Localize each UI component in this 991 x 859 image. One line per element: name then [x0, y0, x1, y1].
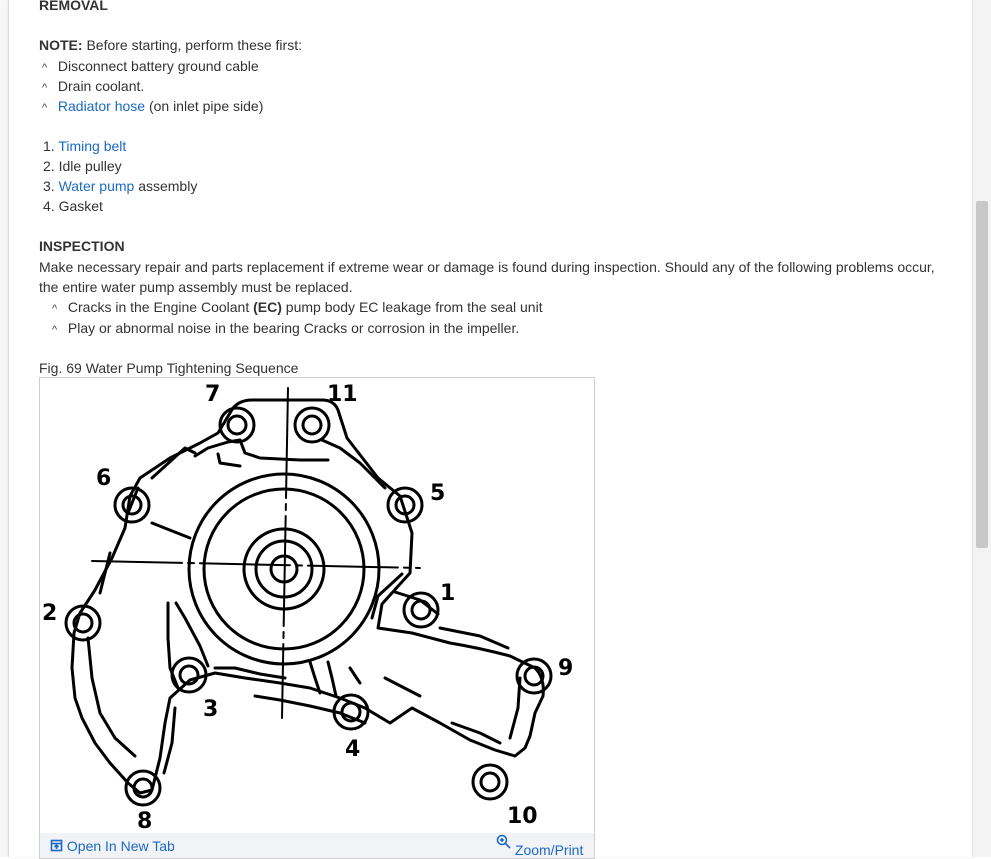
- zoom-print-button[interactable]: Zoom/Print: [496, 834, 583, 858]
- inspection-bullet: ^ Play or abnormal noise in the bearing …: [52, 318, 519, 340]
- bolt-number-7: 7: [205, 382, 220, 407]
- bolt-number-1: 1: [440, 581, 455, 606]
- bolt-number-10: 10: [507, 804, 538, 829]
- prereq-item: ^ Drain coolant.: [42, 76, 144, 98]
- bolt-number-8: 8: [137, 809, 152, 834]
- bullet-text: Play or abnormal noise in the bearing Cr…: [67, 320, 520, 336]
- figure-frame: 7 11 6 5 1 2 3 4 9 10 8 Open In New Tab …: [39, 377, 595, 859]
- bolt-number-3: 3: [203, 697, 218, 722]
- step-number: 2.: [43, 158, 55, 174]
- bullet-text: Cracks in the Engine Coolant: [67, 299, 254, 315]
- new-tab-icon: [50, 839, 63, 852]
- caret-icon: ^: [42, 62, 48, 74]
- step-item: 3. Water pump assembly: [43, 176, 197, 196]
- prereq-text: Drain coolant.: [57, 78, 145, 94]
- inspection-paragraph: Make necessary repair and parts replacem…: [39, 259, 935, 295]
- caret-icon: ^: [52, 324, 58, 336]
- vertical-scrollbar[interactable]: [972, 0, 991, 857]
- step-suffix: assembly: [134, 178, 198, 194]
- water-pump-diagram: 7 11 6 5 1 2 3 4 9 10 8: [42, 382, 573, 834]
- figure-toolbar: Open In New Tab Zoom/Print: [40, 833, 594, 858]
- prereq-text: Disconnect battery ground cable: [57, 58, 259, 74]
- page-left-edge: [0, 0, 8, 857]
- bolt-number-2: 2: [42, 601, 57, 626]
- step-number: 1.: [43, 138, 55, 154]
- bolt-number-4: 4: [345, 737, 360, 762]
- timing-belt-link[interactable]: Timing belt: [58, 138, 126, 154]
- removal-heading: REMOVAL: [39, 0, 108, 13]
- bullet-abbr: (EC): [253, 299, 282, 315]
- bolt-number-9: 9: [558, 656, 573, 681]
- note-text: Before starting, perform these first:: [82, 37, 302, 53]
- zoom-in-icon: [496, 834, 511, 849]
- radiator-hose-link[interactable]: Radiator hose: [58, 98, 145, 114]
- inspection-bullet: ^ Cracks in the Engine Coolant (EC) pump…: [52, 297, 543, 319]
- scrollbar-thumb[interactable]: [976, 201, 988, 548]
- caret-icon: ^: [52, 303, 58, 315]
- bolt-number-5: 5: [430, 481, 445, 506]
- water-pump-link[interactable]: Water pump: [59, 178, 135, 194]
- bullet-text: pump body EC leakage from the seal unit: [281, 299, 543, 315]
- zoom-print-label: Zoom/Print: [514, 842, 584, 858]
- note-line: NOTE: Before starting, perform these fir…: [39, 35, 302, 55]
- step-item: 1. Timing belt: [43, 136, 126, 156]
- open-new-tab-button[interactable]: Open In New Tab: [50, 838, 175, 854]
- note-label: NOTE:: [39, 37, 83, 53]
- bolt-number-6: 6: [96, 466, 111, 491]
- step-item: 4. Gasket: [43, 196, 103, 216]
- step-text: Gasket: [58, 198, 103, 214]
- prereq-item: ^ Radiator hose (on inlet pipe side): [42, 96, 263, 118]
- open-new-tab-label: Open In New Tab: [66, 838, 175, 854]
- step-item: 2. Idle pulley: [43, 156, 122, 176]
- step-number: 4.: [43, 198, 55, 214]
- step-text: Idle pulley: [58, 158, 122, 174]
- figure-caption: Fig. 69 Water Pump Tightening Sequence: [39, 360, 299, 376]
- prereq-item: ^ Disconnect battery ground cable: [42, 56, 259, 78]
- inspection-heading: INSPECTION: [39, 238, 125, 254]
- caret-icon: ^: [42, 82, 48, 94]
- caret-icon: ^: [42, 102, 48, 114]
- article-content: REMOVAL NOTE: Before starting, perform t…: [8, 0, 974, 859]
- step-number: 3.: [43, 178, 55, 194]
- prereq-suffix: (on inlet pipe side): [145, 98, 264, 114]
- bolt-number-11: 11: [327, 382, 358, 407]
